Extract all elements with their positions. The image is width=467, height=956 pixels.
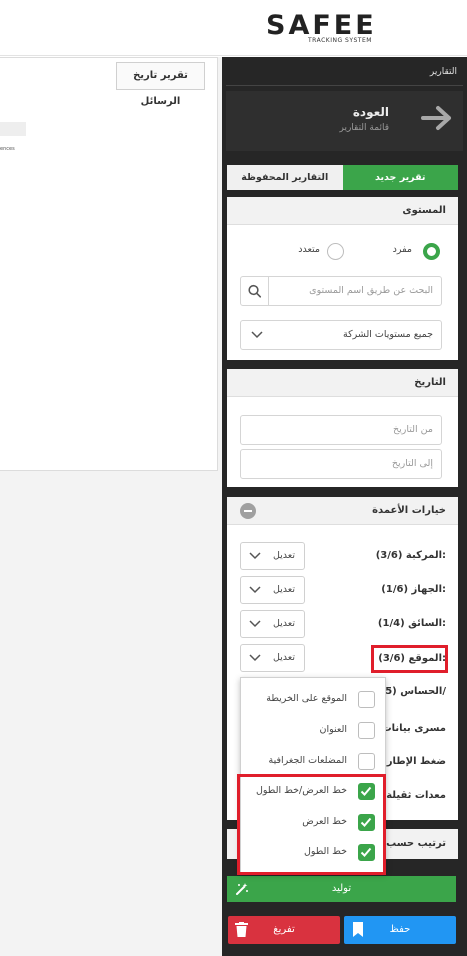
radio-multiple[interactable] [327,243,344,260]
safee-logo[interactable]: SAFEE TRACKING SYSTEM [266,10,416,48]
magic-wand-icon [236,883,248,895]
level-heading: المستوى [227,197,458,225]
sidebar-title: التقارير [429,67,457,77]
checkbox[interactable] [358,753,375,770]
level-search-input[interactable]: البحث عن طريق اسم المستوى [240,276,442,306]
arrow-right-icon [421,106,451,130]
option-label: الموقع على الخريطة [266,693,347,704]
option-address[interactable]: العنوان [249,719,375,743]
top-bar: SAFEE TRACKING SYSTEM [0,0,467,56]
chevron-down-icon [251,331,263,339]
save-label: حفظ [389,924,411,935]
radio-multiple-label: متعدد [298,244,320,255]
report-preview-card: تقرير تاريخ الرسائل ences [0,57,218,471]
back-to-reports[interactable]: العودة قائمة التقارير [226,91,463,151]
date-from-input[interactable]: من التاريخ [240,415,442,445]
edit-device-columns-button[interactable]: تعديل [240,576,305,604]
column-row-label: الجهاز (1/6): [381,584,446,595]
chevron-down-icon [249,552,261,560]
logo-subtitle: TRACKING SYSTEM [308,37,372,44]
level-select-value: جميع مستويات الشركة [342,329,433,340]
date-panel: التاريخ من التاريخ إلى التاريخ [227,369,458,487]
checkbox[interactable] [358,722,375,739]
search-icon[interactable] [241,277,269,305]
columns-heading: خيارات الأعمدة [227,497,458,525]
clear-label: تفريغ [273,924,295,935]
date-heading: التاريخ [227,369,458,397]
report-tabs: التقارير المحفوظة تقرير جديد [227,165,458,190]
date-to-input[interactable]: إلى التاريخ [240,449,442,479]
level-select[interactable]: جميع مستويات الشركة [240,320,442,350]
back-subtitle: قائمة التقارير [339,123,389,133]
radio-single-label: مفرد [392,244,412,255]
edit-vehicle-columns-button[interactable]: تعديل [240,542,305,570]
report-title-tab[interactable]: تقرير تاريخ الرسائل [116,62,205,107]
radio-single[interactable] [423,243,440,260]
edit-label: تعديل [272,618,295,629]
chevron-down-icon [249,620,261,628]
edit-label: تعديل [272,652,295,663]
generate-button[interactable]: توليد [227,876,456,902]
back-title: العودة [352,105,389,119]
highlight-location-label [371,645,448,673]
edit-label: تعديل [272,550,295,561]
option-label: المضلعات الجغرافية [268,755,347,766]
date-to-placeholder: إلى التاريخ [391,458,433,469]
level-panel: المستوى مفرد متعدد البحث عن طريق اسم الم… [227,197,458,360]
sidebar-divider [226,85,463,86]
option-label: العنوان [319,724,347,735]
preview-header-bar [0,122,26,136]
edit-label: تعديل [272,584,295,595]
chevron-down-icon [249,586,261,594]
tab-new-report[interactable]: تقرير جديد [342,165,458,190]
bookmark-icon [353,922,363,937]
checkbox[interactable] [358,691,375,708]
collapse-minus-icon[interactable] [240,503,256,519]
date-from-placeholder: من التاريخ [393,424,433,435]
column-row-label: الحساس (5/ [385,686,446,697]
columns-heading-label: خيارات الأعمدة [372,505,446,516]
save-button[interactable]: حفظ [344,916,456,944]
main-area: تقرير تاريخ الرسائل ences [0,57,222,956]
level-search-placeholder: البحث عن طريق اسم المستوى [309,285,433,296]
column-row-label: مسرى بيانات [381,723,446,734]
clear-button[interactable]: تفريغ [228,916,340,944]
trash-icon [235,922,248,937]
edit-location-columns-button[interactable]: تعديل [240,644,305,672]
preview-snippet: ences [0,146,15,152]
edit-driver-columns-button[interactable]: تعديل [240,610,305,638]
column-row-label: معدات ثقيلة [386,790,446,801]
tab-saved-reports[interactable]: التقارير المحفوظة [227,165,343,190]
chevron-down-icon [249,654,261,662]
highlight-checked-options [237,774,386,875]
generate-label: توليد [331,883,352,894]
option-geofences[interactable]: المضلعات الجغرافية [249,750,375,774]
option-location-on-map[interactable]: الموقع على الخريطة [249,688,375,712]
column-row-label: المركبة (3/6): [375,550,446,561]
column-row-label: السائق (1/4): [377,618,446,629]
